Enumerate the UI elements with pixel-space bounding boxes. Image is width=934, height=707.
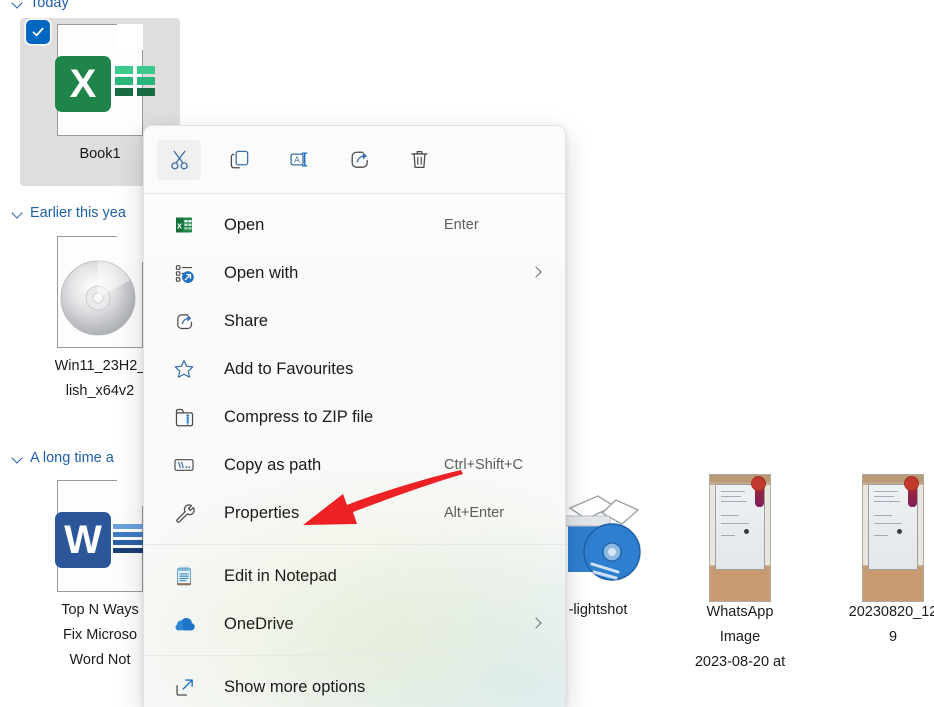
share-icon <box>172 309 196 333</box>
excel-badge-icon: X <box>55 56 111 112</box>
check-icon <box>32 27 44 37</box>
menu-item-shortcut: Alt+Enter <box>444 505 505 521</box>
delete-icon <box>410 150 428 169</box>
context-menu-command-bar: A <box>144 126 565 193</box>
menu-item-edit-in-notepad[interactable]: Edit in Notepad <box>144 552 565 600</box>
explorer-window: Today Earlier this yea A long time a X B… <box>0 0 934 707</box>
share-icon <box>351 151 368 168</box>
spreadsheet-rows-icon <box>115 66 155 96</box>
menu-item-label: Share <box>224 311 269 330</box>
page-fold <box>117 236 143 262</box>
file-name: -lightshot <box>568 602 628 618</box>
notepad-icon <box>172 564 196 588</box>
file-thumbnail <box>40 232 160 352</box>
page-fold <box>117 480 143 506</box>
cut-button[interactable] <box>157 139 201 180</box>
rename-icon: A <box>289 152 307 167</box>
menu-item-label: Open <box>224 215 265 234</box>
menu-item-label: OneDrive <box>224 614 294 633</box>
menu-item-share[interactable]: Share <box>144 297 565 345</box>
photo-seal <box>751 476 766 491</box>
group-header-earlier-this-year[interactable]: Earlier this yea <box>12 205 126 221</box>
chevron-down-icon <box>12 207 24 219</box>
copy-icon <box>230 150 248 169</box>
svg-text:x: x <box>177 221 182 231</box>
menu-item-compress-to-zip[interactable]: Compress to ZIP file <box>144 393 565 441</box>
menu-item-label: Add to Favourites <box>224 359 354 378</box>
group-header-a-long-time-ago[interactable]: A long time a <box>12 450 114 466</box>
page-fold <box>117 24 143 50</box>
excel-icon: x <box>172 213 196 237</box>
photo-thumbnail <box>709 474 771 602</box>
menu-item-label: Compress to ZIP file <box>224 407 374 426</box>
chevron-right-icon <box>532 268 542 278</box>
menu-item-label: Edit in Notepad <box>224 566 337 585</box>
menu-item-open[interactable]: x Open Enter <box>144 201 565 249</box>
group-label: Today <box>30 0 69 11</box>
badge-letter: X <box>69 61 97 106</box>
file-thumbnail: X <box>40 20 160 140</box>
menu-item-label: Open with <box>224 263 299 282</box>
photo-thumbnail <box>862 474 924 602</box>
selection-checkbox[interactable] <box>26 20 50 44</box>
menu-item-label: Properties <box>224 503 300 522</box>
star-icon <box>172 357 196 381</box>
file-thumbnail <box>680 474 800 602</box>
copy-button[interactable] <box>217 140 261 180</box>
group-header-today[interactable]: Today <box>12 0 69 11</box>
menu-item-label: Show more options <box>224 677 366 696</box>
file-name: 20230820_12 9 <box>848 604 934 645</box>
word-badge-icon: W <box>55 512 111 568</box>
cut-icon <box>170 150 188 170</box>
file-name: WhatsApp Image 2023-08-20 at <box>694 604 786 670</box>
menu-item-onedrive[interactable]: OneDrive <box>144 600 565 648</box>
badge-letter: W <box>64 517 102 562</box>
expand-icon <box>172 675 196 699</box>
menu-item-open-with[interactable]: Open with <box>144 249 565 297</box>
menu-item-show-more-options[interactable]: Show more options <box>144 663 565 707</box>
file-tile-whatsapp-image[interactable]: WhatsApp Image 2023-08-20 at <box>662 474 818 675</box>
menu-item-add-to-favourites[interactable]: Add to Favourites <box>144 345 565 393</box>
menu-item-shortcut: Ctrl+Shift+C <box>444 457 523 473</box>
menu-item-label: Copy as path <box>224 455 322 474</box>
menu-item-properties[interactable]: Properties Alt+Enter <box>144 489 565 537</box>
onedrive-icon <box>172 612 196 636</box>
wrench-icon <box>172 501 196 525</box>
svg-text:A: A <box>294 155 300 164</box>
delete-button[interactable] <box>397 140 441 180</box>
chevron-right-icon <box>532 619 542 629</box>
group-label: A long time a <box>30 450 114 466</box>
photo-seal <box>904 476 919 491</box>
path-icon <box>172 453 196 477</box>
context-menu: A x Open Enter Open with Share Add to Fa… <box>143 125 566 707</box>
disc-image-icon <box>60 260 136 336</box>
rename-button[interactable]: A <box>277 140 321 180</box>
menu-item-copy-as-path[interactable]: Copy as path Ctrl+Shift+C <box>144 441 565 489</box>
group-label: Earlier this yea <box>30 205 126 221</box>
file-tile-20230820[interactable]: 20230820_12 9 <box>815 474 934 650</box>
zip-icon <box>172 405 196 429</box>
chevron-down-icon <box>12 452 24 464</box>
file-thumbnail <box>833 474 934 602</box>
menu-item-shortcut: Enter <box>444 217 479 233</box>
share-button[interactable] <box>337 140 381 180</box>
chevron-down-icon <box>12 0 24 9</box>
open-with-icon <box>172 261 196 285</box>
file-name: Top N Ways Fix Microso Word Not <box>61 602 139 668</box>
file-name: Win11_23H2_ lish_x64v2 <box>54 358 146 399</box>
file-thumbnail: W <box>40 476 160 596</box>
file-name: Book1 <box>79 146 121 162</box>
